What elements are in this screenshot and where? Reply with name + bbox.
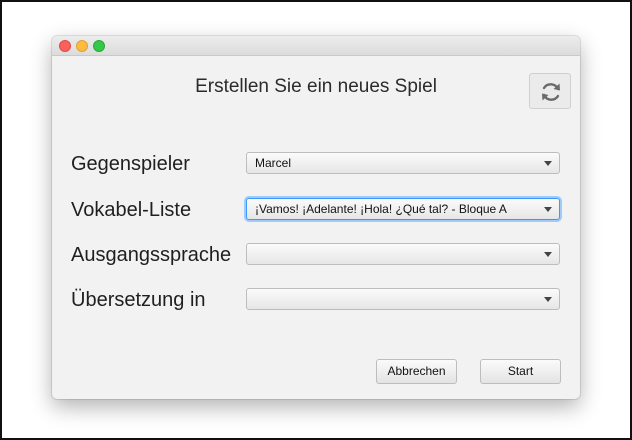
opponent-select-value: Marcel [255,156,292,170]
source-language-select[interactable] [246,243,560,265]
vocab-list-label: Vokabel-Liste [71,199,192,221]
title-bar [52,36,580,56]
source-language-label: Ausgangssprache [71,244,232,266]
translation-select[interactable] [246,288,560,310]
refresh-button[interactable] [529,73,571,109]
refresh-icon [542,83,560,101]
chevron-down-icon [544,297,552,302]
chevron-down-icon [544,161,552,166]
opponent-label: Gegenspieler [71,153,190,175]
dialog-title: Erstellen Sie ein neues Spiel [195,76,437,97]
opponent-select[interactable]: Marcel [246,152,560,174]
close-window-button[interactable] [59,40,71,52]
minimize-window-button[interactable] [76,40,88,52]
translation-label: Übersetzung in [71,289,206,311]
chevron-down-icon [544,207,552,212]
dialog-window: Erstellen Sie ein neues Spiel Gegenspiel… [52,36,580,399]
zoom-window-button[interactable] [93,40,105,52]
chevron-down-icon [544,252,552,257]
vocab-list-select[interactable]: ¡Vamos! ¡Adelante! ¡Hola! ¿Qué tal? - Bl… [246,198,560,220]
start-button[interactable]: Start [480,359,561,384]
vocab-list-select-value: ¡Vamos! ¡Adelante! ¡Hola! ¿Qué tal? - Bl… [255,202,507,216]
cancel-button[interactable]: Abbrechen [376,359,457,384]
